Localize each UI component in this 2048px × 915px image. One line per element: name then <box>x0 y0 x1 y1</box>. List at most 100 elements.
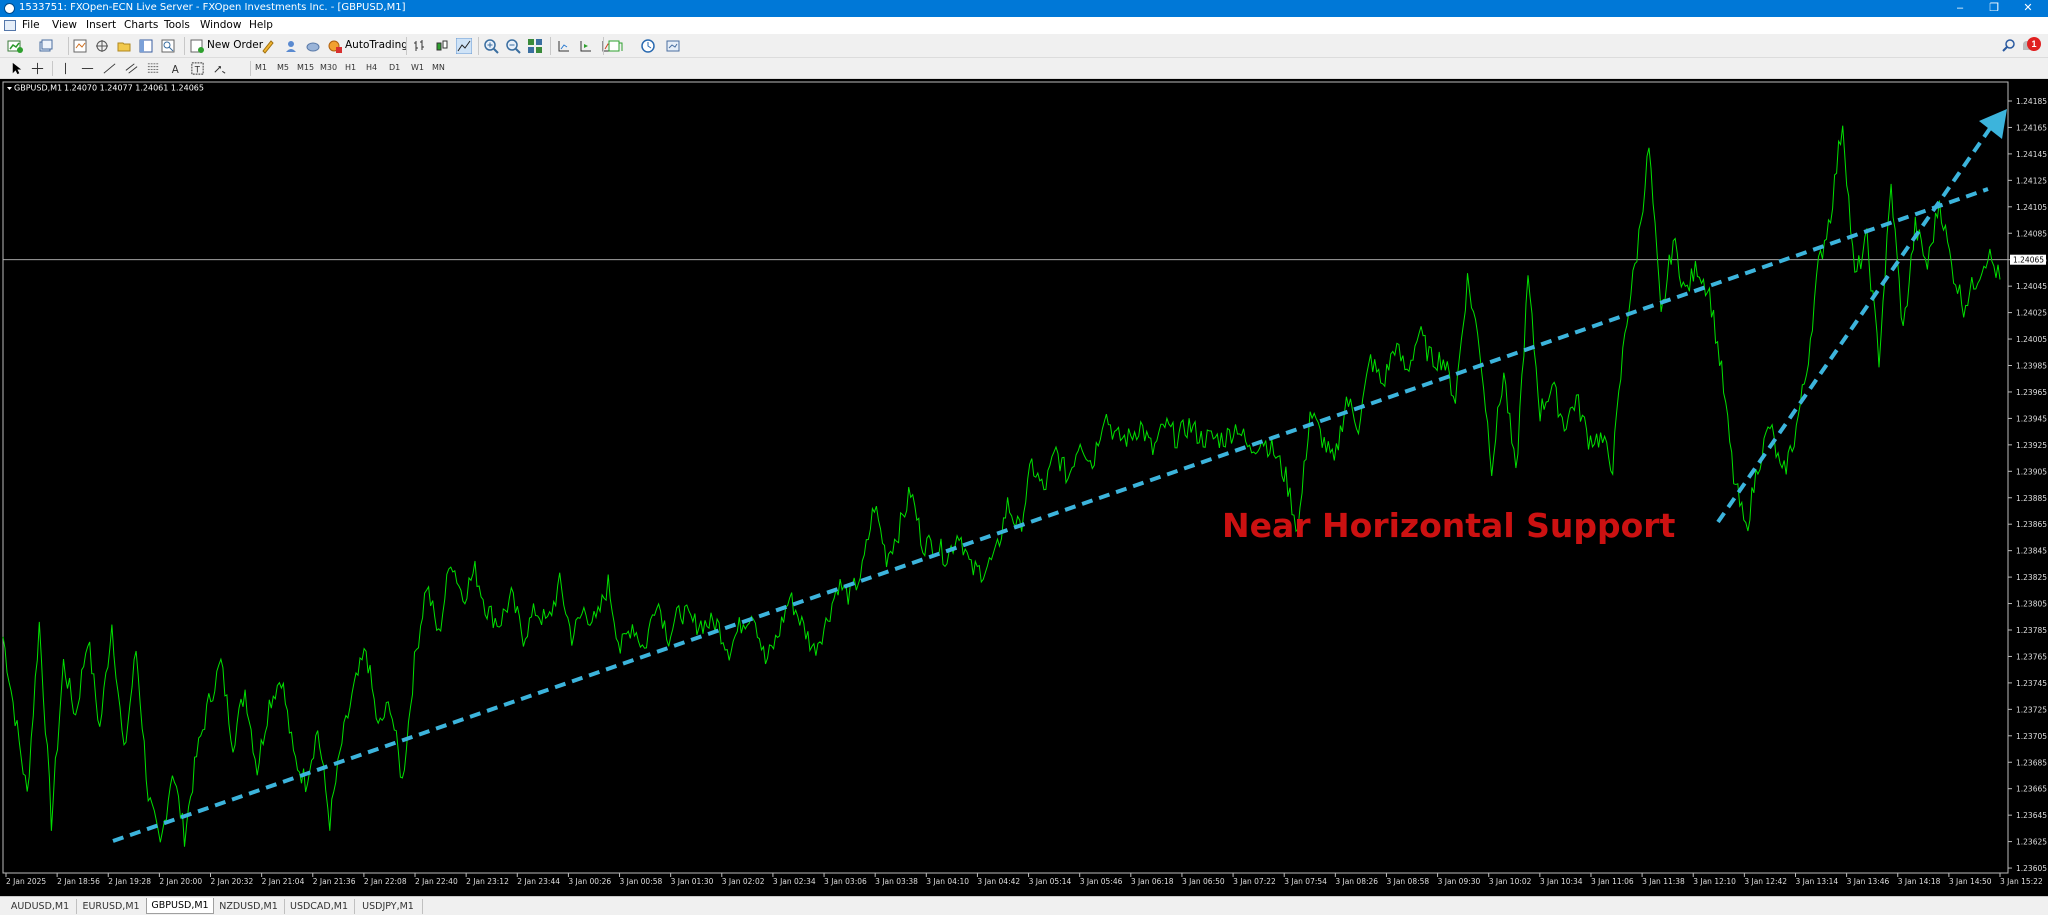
signals-icon[interactable] <box>283 38 299 54</box>
time-label: 2 Jan 18:56 <box>57 877 100 886</box>
price-label: 1.23985 <box>2016 362 2047 371</box>
menu-view[interactable]: View <box>52 19 77 31</box>
arrows-icon[interactable] <box>212 61 227 76</box>
search-icon[interactable] <box>2001 38 2017 54</box>
zoom-out-icon[interactable] <box>505 38 521 54</box>
crosshair-icon[interactable] <box>30 61 45 76</box>
tab-eurusd[interactable]: EURUSD,M1 <box>76 899 147 914</box>
text-icon[interactable]: A <box>168 61 183 76</box>
price-label: 1.24045 <box>2016 282 2047 291</box>
indicators-icon[interactable] <box>607 38 623 54</box>
timeframe-h4[interactable]: H4 <box>366 63 377 72</box>
price-label: 1.24185 <box>2016 97 2047 106</box>
chart-window[interactable]: GBPUSD,M1 1.24070 1.24077 1.24061 1.2406… <box>0 79 2048 896</box>
bar-chart-icon[interactable] <box>412 38 428 54</box>
timeframe-m15[interactable]: M15 <box>297 63 314 72</box>
restore-button[interactable]: ❐ <box>1977 0 2011 17</box>
autoscroll-icon[interactable] <box>578 38 594 54</box>
notification-badge[interactable]: 1 <box>2027 37 2041 51</box>
menu-tools[interactable]: Tools <box>164 19 190 31</box>
time-label: 2 Jan 20:00 <box>159 877 202 886</box>
price-label: 1.23685 <box>2016 758 2047 767</box>
title-bar: 1533751: FXOpen-ECN Live Server - FXOpen… <box>0 0 2048 17</box>
time-label: 3 Jan 04:10 <box>926 877 969 886</box>
time-label: 3 Jan 12:42 <box>1744 877 1787 886</box>
line-chart-icon[interactable] <box>456 38 472 54</box>
time-label: 3 Jan 13:46 <box>1847 877 1890 886</box>
zoom-in-icon[interactable] <box>483 38 499 54</box>
cursor-icon[interactable] <box>9 61 24 76</box>
time-label: 3 Jan 07:54 <box>1284 877 1327 886</box>
app-icon[interactable] <box>4 3 15 14</box>
time-label: 3 Jan 14:50 <box>1949 877 1992 886</box>
time-label: 3 Jan 03:38 <box>875 877 918 886</box>
chart-info-symbol: GBPUSD,M1 <box>14 84 62 93</box>
time-label: 2 Jan 22:08 <box>364 877 407 886</box>
menu-insert[interactable]: Insert <box>86 19 116 31</box>
trendline-icon[interactable] <box>102 61 117 76</box>
timeframe-m30[interactable]: M30 <box>320 63 337 72</box>
price-label: 1.23945 <box>2016 414 2047 423</box>
price-label: 1.23845 <box>2016 547 2047 556</box>
price-label: 1.24165 <box>2016 123 2047 132</box>
price-label: 1.24005 <box>2016 335 2047 344</box>
time-label: 3 Jan 06:50 <box>1182 877 1225 886</box>
menu-bar: File View Insert Charts Tools Window Hel… <box>0 17 2048 34</box>
chart-canvas[interactable]: GBPUSD,M1 1.24070 1.24077 1.24061 1.2406… <box>0 79 2048 896</box>
metaeditor-icon[interactable] <box>260 38 276 54</box>
tab-nzdusd[interactable]: NZDUSD,M1 <box>213 899 285 914</box>
periods-icon[interactable] <box>640 38 656 54</box>
new-order-icon[interactable] <box>189 38 205 54</box>
chart-shift-icon[interactable] <box>556 38 572 54</box>
equidistant-channel-icon[interactable] <box>124 61 139 76</box>
menu-charts[interactable]: Charts <box>124 19 158 31</box>
time-label: 2 Jan 23:44 <box>517 877 560 886</box>
templates-icon[interactable] <box>665 38 681 54</box>
chart-window-icon[interactable] <box>4 20 16 31</box>
strategy-tester-icon[interactable] <box>160 38 176 54</box>
autotrading-icon[interactable] <box>327 38 343 54</box>
time-label: 2 Jan 21:04 <box>262 877 305 886</box>
time-label: 3 Jan 04:42 <box>977 877 1020 886</box>
timeframe-m1[interactable]: M1 <box>255 63 267 72</box>
time-label: 3 Jan 00:26 <box>568 877 611 886</box>
timeframe-m5[interactable]: M5 <box>277 63 289 72</box>
close-button[interactable]: ✕ <box>2011 0 2045 17</box>
time-label: 3 Jan 15:22 <box>2000 877 2043 886</box>
tile-windows-icon[interactable] <box>527 38 543 54</box>
time-label: 2 Jan 22:40 <box>415 877 458 886</box>
tab-usdcad[interactable]: USDCAD,M1 <box>284 899 355 914</box>
time-label: 3 Jan 11:06 <box>1591 877 1634 886</box>
tab-gbpusd[interactable]: GBPUSD,M1 <box>146 898 214 914</box>
support-annotation[interactable]: Near Horizontal Support <box>1222 506 1676 545</box>
timeframe-d1[interactable]: D1 <box>389 63 400 72</box>
time-label: 3 Jan 05:46 <box>1080 877 1123 886</box>
autotrading-button[interactable]: AutoTrading <box>345 39 408 51</box>
tab-audusd[interactable]: AUDUSD,M1 <box>4 899 77 914</box>
svg-text:A: A <box>172 64 179 76</box>
menu-file[interactable]: File <box>22 19 40 31</box>
price-label: 1.23745 <box>2016 679 2047 688</box>
vertical-line-icon[interactable] <box>58 61 73 76</box>
text-label-icon[interactable]: T <box>190 61 205 76</box>
profiles-icon[interactable] <box>38 38 54 54</box>
candlesticks-icon[interactable] <box>434 38 450 54</box>
horizontal-line-icon[interactable] <box>80 61 95 76</box>
time-label: 3 Jan 14:18 <box>1898 877 1941 886</box>
minimize-button[interactable]: – <box>1943 0 1977 17</box>
timeframe-h1[interactable]: H1 <box>345 63 356 72</box>
navigator-icon[interactable] <box>116 38 132 54</box>
vps-icon[interactable] <box>305 38 321 54</box>
timeframe-w1[interactable]: W1 <box>411 63 424 72</box>
menu-help[interactable]: Help <box>249 19 273 31</box>
timeframe-mn[interactable]: MN <box>432 63 445 72</box>
tab-usdjpy[interactable]: USDJPY,M1 <box>354 899 423 914</box>
terminal-icon[interactable] <box>138 38 154 54</box>
new-order-button[interactable]: New Order <box>207 39 263 51</box>
window-title: 1533751: FXOpen-ECN Live Server - FXOpen… <box>19 2 406 13</box>
market-watch-icon[interactable] <box>72 38 88 54</box>
menu-window[interactable]: Window <box>200 19 241 31</box>
data-window-icon[interactable] <box>94 38 110 54</box>
fibonacci-icon[interactable] <box>146 61 161 76</box>
new-chart-icon[interactable] <box>7 38 23 54</box>
